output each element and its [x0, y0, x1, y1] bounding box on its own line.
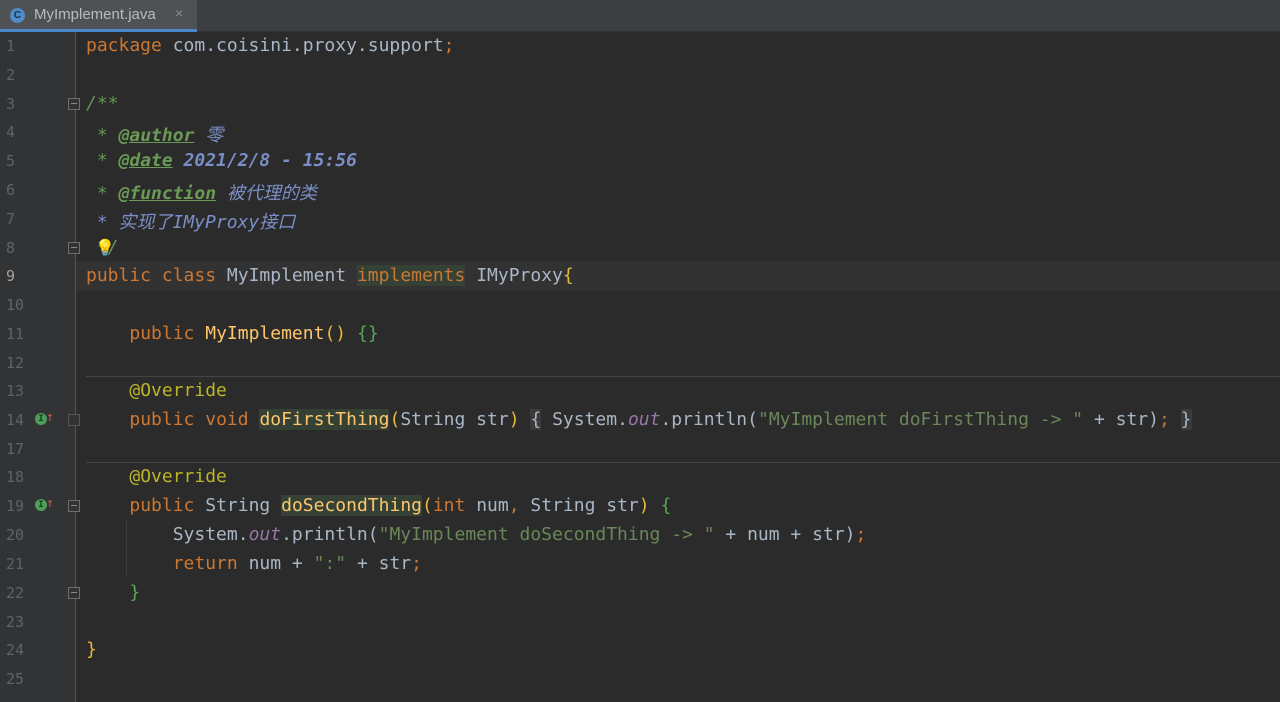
code-line-2: 2 — [0, 61, 1280, 90]
line-number: 7 — [6, 210, 16, 228]
fold-collapse-icon[interactable] — [68, 98, 80, 110]
line-number: 4 — [6, 123, 16, 141]
fold-collapse-icon[interactable] — [68, 587, 80, 599]
code-text[interactable]: package com.coisini.proxy.support; — [86, 35, 454, 56]
line-number: 11 — [6, 325, 25, 343]
code-line-9: 9 public class MyImplement implements IM… — [0, 262, 1280, 291]
code-text[interactable]: public void doFirstThing(String str) { S… — [86, 409, 1192, 430]
line-number: 20 — [6, 526, 25, 544]
code-line-18: 18 @Override — [0, 463, 1280, 492]
code-text[interactable]: /** — [86, 93, 119, 114]
code-line-6: 6 * @function 被代理的类 — [0, 176, 1280, 205]
line-number: 25 — [6, 670, 25, 688]
code-text[interactable]: * @function 被代理的类 — [86, 179, 317, 205]
code-line-7: 7 * 实现了IMyProxy接口 — [0, 205, 1280, 234]
line-number: 21 — [6, 555, 25, 573]
code-line-1: 1 package com.coisini.proxy.support; — [0, 32, 1280, 61]
code-line-21: 21 return num + ":" + str; — [0, 550, 1280, 579]
line-number: 12 — [6, 354, 25, 372]
java-class-icon: C — [10, 8, 25, 23]
code-text[interactable]: * 实现了IMyProxy接口 — [86, 208, 295, 234]
arrow-up-icon: ↑ — [46, 410, 54, 425]
code-line-14: 14 I ↑ public void doFirstThing(String s… — [0, 406, 1280, 435]
line-number: 18 — [6, 468, 25, 486]
line-number: 2 — [6, 66, 16, 84]
arrow-up-icon: ↑ — [46, 496, 54, 511]
code-line-19: 19 I ↑ public String doSecondThing(int n… — [0, 492, 1280, 521]
code-line-3: 3 /** — [0, 90, 1280, 119]
code-line-20: 20 System.out.println("MyImplement doSec… — [0, 521, 1280, 550]
code-line-24: 24 } — [0, 636, 1280, 665]
code-line-12: 12 — [0, 349, 1280, 378]
fold-expand-icon[interactable] — [68, 414, 80, 426]
lightbulb-icon[interactable]: 💡 — [95, 238, 115, 257]
fold-collapse-icon[interactable] — [68, 500, 80, 512]
editor-tab-bar: C MyImplement.java × — [0, 0, 1280, 32]
tab-myimplement-java[interactable]: C MyImplement.java × — [0, 0, 197, 32]
code-line-5: 5 * @date 2021/2/8 - 15:56 — [0, 147, 1280, 176]
code-line-23: 23 — [0, 608, 1280, 637]
code-line-17: 17 — [0, 435, 1280, 464]
code-text[interactable]: } — [86, 582, 140, 603]
code-text[interactable]: @Override — [86, 466, 227, 487]
code-line-22: 22 } — [0, 579, 1280, 608]
line-number: 8 — [6, 239, 16, 257]
code-line-4: 4 * @author 零 — [0, 118, 1280, 147]
code-text[interactable]: @Override — [86, 380, 227, 401]
fold-collapse-icon[interactable] — [68, 242, 80, 254]
code-text[interactable]: return num + ":" + str; — [86, 553, 422, 574]
line-number: 10 — [6, 296, 25, 314]
code-text[interactable]: public MyImplement() {} — [86, 323, 378, 344]
line-number: 13 — [6, 382, 25, 400]
code-line-11: 11 public MyImplement() {} — [0, 320, 1280, 349]
close-icon[interactable]: × — [175, 5, 183, 21]
code-text[interactable]: public String doSecondThing(int num, Str… — [86, 495, 671, 516]
line-number: 24 — [6, 641, 25, 659]
line-number: 23 — [6, 613, 25, 631]
code-text[interactable]: System.out.println("MyImplement doSecond… — [86, 524, 867, 545]
code-line-10: 10 — [0, 291, 1280, 320]
code-text[interactable]: public class MyImplement implements IMyP… — [86, 265, 574, 286]
code-text[interactable]: } — [86, 639, 97, 660]
code-line-8: 8 */ 💡 — [0, 234, 1280, 263]
line-number: 22 — [6, 584, 25, 602]
line-number: 17 — [6, 440, 25, 458]
code-line-13: 13 @Override — [0, 377, 1280, 406]
line-number: 3 — [6, 95, 16, 113]
line-number: 1 — [6, 37, 16, 55]
code-text[interactable]: * @author 零 — [86, 121, 223, 147]
line-number: 6 — [6, 181, 16, 199]
code-text[interactable]: * @date 2021/2/8 - 15:56 — [86, 150, 357, 171]
tab-title: MyImplement.java — [34, 6, 156, 23]
code-line-25: 25 — [0, 665, 1280, 694]
line-number: 9 — [6, 267, 16, 285]
line-number: 5 — [6, 152, 16, 170]
